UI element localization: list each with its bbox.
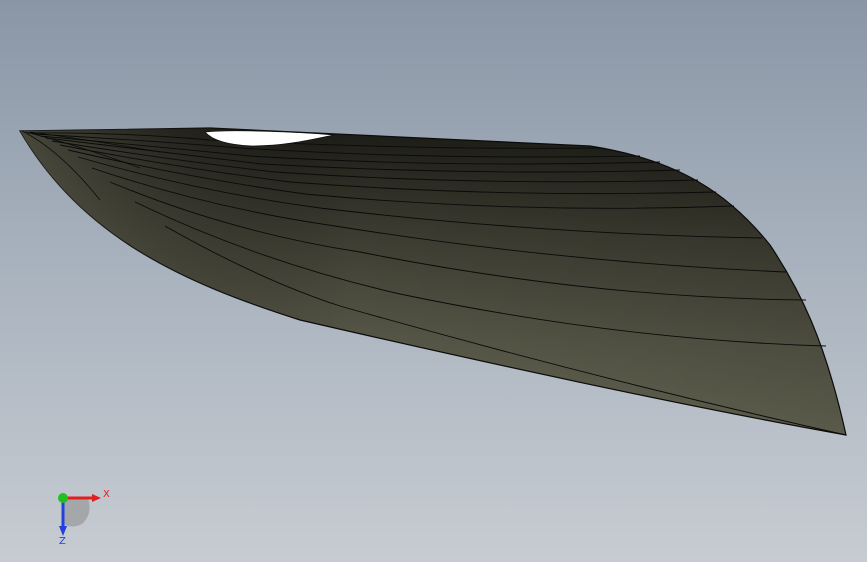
x-axis-arrow — [92, 494, 101, 502]
x-axis-label: X — [103, 489, 110, 500]
y-axis-dot — [58, 493, 68, 503]
reference-triad: X Z — [58, 489, 110, 546]
z-axis-label: Z — [59, 536, 66, 546]
hull-model[interactable] — [0, 0, 867, 562]
graphics-viewport[interactable]: X Z — [0, 0, 867, 562]
triad-plane-shade — [63, 498, 90, 527]
z-axis-arrow — [59, 526, 67, 536]
